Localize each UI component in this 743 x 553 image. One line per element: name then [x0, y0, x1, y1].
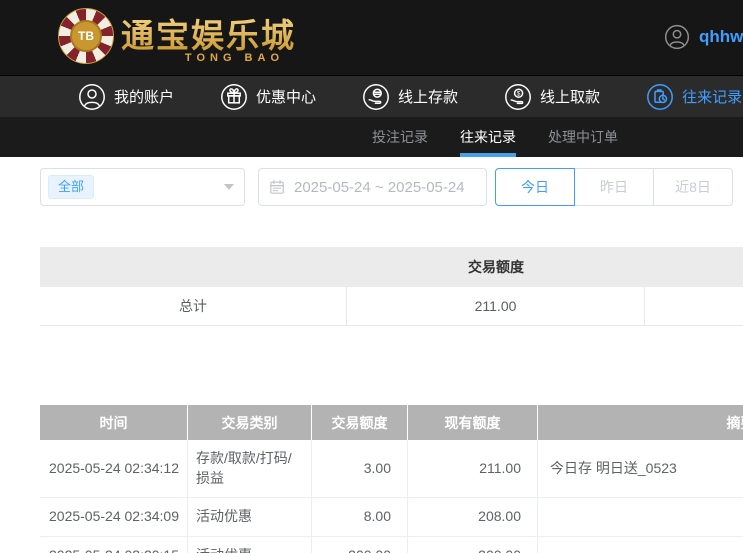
table-row: 2025-05-24 02:34:12 存款/取款/打码/损益 3.00 211…: [40, 440, 743, 498]
record-time: 2025-05-24 02:34:12: [40, 440, 188, 498]
nav-label: 线上存款: [398, 86, 458, 107]
column-header-type: 交易类别: [188, 405, 312, 440]
nav-item-my-account[interactable]: 我的账户: [78, 83, 174, 111]
brand-name-en: TONG BAO: [185, 52, 284, 64]
nav-item-transaction-records[interactable]: 往来记录: [646, 83, 742, 111]
tab-transaction-records[interactable]: 往来记录: [460, 117, 516, 157]
record-type: 活动优惠: [188, 537, 312, 553]
column-header-balance: 现有额度: [408, 405, 538, 440]
brand-logo[interactable]: TB 通宝娱乐城 TONG BAO: [58, 8, 296, 64]
summary-header-row: 交易额度: [40, 247, 743, 287]
record-amount: 200.00: [312, 537, 408, 553]
nav-label: 往来记录: [682, 86, 742, 107]
summary-table: 交易额度 总计 211.00: [40, 247, 743, 326]
type-select-value: 全部: [48, 175, 94, 199]
svg-text:$: $: [517, 90, 521, 97]
record-summary: 今日存 明日送_0523: [538, 440, 743, 498]
tab-pending-orders[interactable]: 处理中订单: [548, 117, 618, 157]
brand-text: 通宝娱乐城 TONG BAO: [121, 9, 296, 64]
chip-label: TB: [70, 20, 102, 52]
type-select[interactable]: 全部: [40, 168, 245, 206]
withdraw-icon: $: [504, 83, 532, 111]
deposit-icon: [362, 83, 390, 111]
summary-header-empty: [645, 247, 743, 287]
last-8-days-button[interactable]: 近8日: [653, 168, 733, 206]
record-summary: [538, 537, 743, 553]
record-time: 2025-05-24 02:20:15: [40, 537, 188, 553]
gift-icon: [220, 83, 248, 111]
record-type: 活动优惠: [188, 498, 312, 537]
summary-total-value: 211.00: [347, 287, 645, 325]
summary-header-empty: [40, 247, 347, 287]
table-row: 2025-05-24 02:34:09 活动优惠 8.00 208.00: [40, 498, 743, 537]
main-navigation: 我的账户 优惠中心: [0, 75, 743, 117]
nav-label: 我的账户: [114, 86, 174, 107]
summary-empty-cell: [645, 287, 743, 325]
record-amount: 3.00: [312, 440, 408, 498]
chevron-down-icon: [224, 184, 234, 190]
nav-label: 优惠中心: [256, 86, 316, 107]
record-summary: [538, 498, 743, 537]
records-icon: [646, 83, 674, 111]
record-time: 2025-05-24 02:34:09: [40, 498, 188, 537]
nav-item-promotions[interactable]: 优惠中心: [220, 83, 316, 111]
top-header: TB 通宝娱乐城 TONG BAO qhhw2: [0, 0, 743, 75]
tab-betting-records[interactable]: 投注记录: [372, 117, 428, 157]
user-avatar-icon: [664, 24, 690, 50]
nav-label: 线上取款: [540, 86, 600, 107]
date-range-input[interactable]: 2025-05-24 ~ 2025-05-24: [258, 168, 487, 206]
column-header-amount: 交易额度: [312, 405, 408, 440]
records-table-header: 时间 交易类别 交易额度 现有额度 摘要: [40, 405, 743, 440]
date-range-value: 2025-05-24 ~ 2025-05-24: [294, 179, 465, 196]
nav-item-deposit[interactable]: 线上存款: [362, 83, 458, 111]
table-row: 2025-05-24 02:20:15 活动优惠 200.00 200.00: [40, 537, 743, 553]
record-balance: 208.00: [408, 498, 538, 537]
summary-total-row: 总计 211.00: [40, 287, 743, 326]
summary-total-label: 总计: [40, 287, 347, 325]
records-tabs: 投注记录 往来记录 处理中订单: [0, 117, 743, 157]
page: TB 通宝娱乐城 TONG BAO qhhw2: [0, 0, 743, 553]
records-table: 时间 交易类别 交易额度 现有额度 摘要 2025-05-24 02:34:12…: [40, 405, 743, 553]
calendar-icon: [269, 179, 285, 195]
column-header-time: 时间: [40, 405, 188, 440]
filter-bar: 全部 2025-05-24 ~ 2025-05-24 今日 昨日 近8日: [40, 168, 743, 206]
records-table-body: 2025-05-24 02:34:12 存款/取款/打码/损益 3.00 211…: [40, 440, 743, 553]
brand-name-cn: 通宝娱乐城: [121, 9, 296, 57]
user-circle-icon: [78, 83, 106, 111]
record-amount: 8.00: [312, 498, 408, 537]
summary-header-amount: 交易额度: [347, 247, 645, 287]
account-link[interactable]: qhhw2: [664, 24, 743, 50]
record-type: 存款/取款/打码/损益: [188, 440, 312, 498]
record-balance: 200.00: [408, 537, 538, 553]
username-text: qhhw2: [699, 27, 743, 47]
today-button[interactable]: 今日: [495, 168, 575, 206]
poker-chip-logo-icon: TB: [58, 8, 114, 64]
quick-date-buttons: 今日 昨日 近8日: [495, 168, 733, 206]
record-balance: 211.00: [408, 440, 538, 498]
column-header-summary: 摘要: [538, 405, 743, 440]
nav-item-withdraw[interactable]: $ 线上取款: [504, 83, 600, 111]
yesterday-button[interactable]: 昨日: [574, 168, 654, 206]
